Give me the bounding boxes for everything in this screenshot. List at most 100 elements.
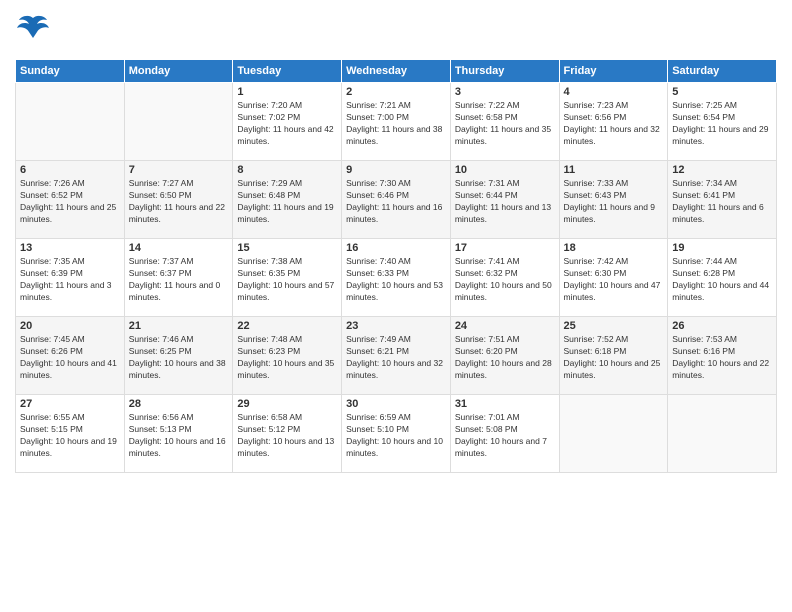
calendar-cell: 8 Sunrise: 7:29 AMSunset: 6:48 PMDaylight… bbox=[233, 161, 342, 239]
calendar-cell: 10 Sunrise: 7:31 AMSunset: 6:44 PMDayligh… bbox=[450, 161, 559, 239]
calendar-cell: 30 Sunrise: 6:59 AMSunset: 5:10 PMDayligh… bbox=[342, 395, 451, 473]
calendar-cell: 6 Sunrise: 7:26 AMSunset: 6:52 PMDaylight… bbox=[16, 161, 125, 239]
day-info: Sunrise: 7:46 AMSunset: 6:25 PMDaylight:… bbox=[129, 334, 229, 382]
weekday-header-wednesday: Wednesday bbox=[342, 60, 451, 83]
day-number: 13 bbox=[20, 242, 120, 254]
calendar-table: SundayMondayTuesdayWednesdayThursdayFrid… bbox=[15, 59, 777, 473]
day-info: Sunrise: 7:34 AMSunset: 6:41 PMDaylight:… bbox=[672, 178, 772, 226]
day-number: 2 bbox=[346, 86, 446, 98]
day-number: 29 bbox=[237, 398, 337, 410]
day-number: 23 bbox=[346, 320, 446, 332]
calendar-cell: 13 Sunrise: 7:35 AMSunset: 6:39 PMDayligh… bbox=[16, 239, 125, 317]
day-number: 6 bbox=[20, 164, 120, 176]
day-number: 9 bbox=[346, 164, 446, 176]
logo bbox=[15, 10, 55, 51]
calendar-cell: 29 Sunrise: 6:58 AMSunset: 5:12 PMDayligh… bbox=[233, 395, 342, 473]
calendar-cell: 2 Sunrise: 7:21 AMSunset: 7:00 PMDaylight… bbox=[342, 83, 451, 161]
day-info: Sunrise: 7:30 AMSunset: 6:46 PMDaylight:… bbox=[346, 178, 446, 226]
calendar-cell bbox=[668, 395, 777, 473]
calendar-cell bbox=[16, 83, 125, 161]
day-number: 24 bbox=[455, 320, 555, 332]
day-info: Sunrise: 7:52 AMSunset: 6:18 PMDaylight:… bbox=[564, 334, 664, 382]
logo-bird-icon bbox=[15, 10, 51, 51]
day-info: Sunrise: 7:38 AMSunset: 6:35 PMDaylight:… bbox=[237, 256, 337, 304]
day-number: 4 bbox=[564, 86, 664, 98]
day-number: 15 bbox=[237, 242, 337, 254]
day-info: Sunrise: 7:44 AMSunset: 6:28 PMDaylight:… bbox=[672, 256, 772, 304]
weekday-header-sunday: Sunday bbox=[16, 60, 125, 83]
day-number: 17 bbox=[455, 242, 555, 254]
day-number: 28 bbox=[129, 398, 229, 410]
calendar-cell: 18Sunrise: 7:42 AMSunset: 6:30 PMDayligh… bbox=[559, 239, 668, 317]
day-number: 16 bbox=[346, 242, 446, 254]
day-info: Sunrise: 7:37 AMSunset: 6:37 PMDaylight:… bbox=[129, 256, 229, 304]
day-info: Sunrise: 6:56 AMSunset: 5:13 PMDaylight:… bbox=[129, 412, 229, 460]
calendar-cell: 25Sunrise: 7:52 AMSunset: 6:18 PMDayligh… bbox=[559, 317, 668, 395]
day-info: Sunrise: 7:26 AMSunset: 6:52 PMDaylight:… bbox=[20, 178, 120, 226]
calendar-cell: 16 Sunrise: 7:40 AMSunset: 6:33 PMDayligh… bbox=[342, 239, 451, 317]
weekday-header-saturday: Saturday bbox=[668, 60, 777, 83]
day-number: 30 bbox=[346, 398, 446, 410]
day-info: Sunrise: 7:21 AMSunset: 7:00 PMDaylight:… bbox=[346, 100, 446, 148]
day-number: 18 bbox=[564, 242, 664, 254]
day-number: 27 bbox=[20, 398, 120, 410]
calendar-cell: 4 Sunrise: 7:23 AMSunset: 6:56 PMDaylight… bbox=[559, 83, 668, 161]
day-number: 22 bbox=[237, 320, 337, 332]
day-number: 19 bbox=[672, 242, 772, 254]
day-number: 14 bbox=[129, 242, 229, 254]
weekday-header-tuesday: Tuesday bbox=[233, 60, 342, 83]
day-number: 8 bbox=[237, 164, 337, 176]
calendar-cell: 31 Sunrise: 7:01 AMSunset: 5:08 PMDayligh… bbox=[450, 395, 559, 473]
day-number: 7 bbox=[129, 164, 229, 176]
day-number: 12 bbox=[672, 164, 772, 176]
calendar-cell: 15 Sunrise: 7:38 AMSunset: 6:35 PMDayligh… bbox=[233, 239, 342, 317]
day-info: Sunrise: 7:35 AMSunset: 6:39 PMDaylight:… bbox=[20, 256, 120, 304]
day-info: Sunrise: 6:59 AMSunset: 5:10 PMDaylight:… bbox=[346, 412, 446, 460]
calendar-cell: 14 Sunrise: 7:37 AMSunset: 6:37 PMDayligh… bbox=[124, 239, 233, 317]
calendar-cell: 24Sunrise: 7:51 AMSunset: 6:20 PMDayligh… bbox=[450, 317, 559, 395]
day-info: Sunrise: 7:31 AMSunset: 6:44 PMDaylight:… bbox=[455, 178, 555, 226]
calendar-cell: 11 Sunrise: 7:33 AMSunset: 6:43 PMDayligh… bbox=[559, 161, 668, 239]
calendar-cell: 23 Sunrise: 7:49 AMSunset: 6:21 PMDayligh… bbox=[342, 317, 451, 395]
calendar-cell: 22 Sunrise: 7:48 AMSunset: 6:23 PMDayligh… bbox=[233, 317, 342, 395]
calendar-cell: 3 Sunrise: 7:22 AMSunset: 6:58 PMDaylight… bbox=[450, 83, 559, 161]
day-info: Sunrise: 7:20 AMSunset: 7:02 PMDaylight:… bbox=[237, 100, 337, 148]
calendar-cell: 28 Sunrise: 6:56 AMSunset: 5:13 PMDayligh… bbox=[124, 395, 233, 473]
day-number: 21 bbox=[129, 320, 229, 332]
day-info: Sunrise: 7:01 AMSunset: 5:08 PMDaylight:… bbox=[455, 412, 555, 460]
day-info: Sunrise: 7:41 AMSunset: 6:32 PMDaylight:… bbox=[455, 256, 555, 304]
calendar-cell: 20 Sunrise: 7:45 AMSunset: 6:26 PMDayligh… bbox=[16, 317, 125, 395]
day-info: Sunrise: 7:27 AMSunset: 6:50 PMDaylight:… bbox=[129, 178, 229, 226]
day-info: Sunrise: 6:58 AMSunset: 5:12 PMDaylight:… bbox=[237, 412, 337, 460]
day-info: Sunrise: 7:33 AMSunset: 6:43 PMDaylight:… bbox=[564, 178, 664, 226]
weekday-header-friday: Friday bbox=[559, 60, 668, 83]
weekday-header-monday: Monday bbox=[124, 60, 233, 83]
day-info: Sunrise: 7:48 AMSunset: 6:23 PMDaylight:… bbox=[237, 334, 337, 382]
calendar-cell: 21 Sunrise: 7:46 AMSunset: 6:25 PMDayligh… bbox=[124, 317, 233, 395]
day-number: 3 bbox=[455, 86, 555, 98]
day-info: Sunrise: 7:40 AMSunset: 6:33 PMDaylight:… bbox=[346, 256, 446, 304]
calendar-cell: 27Sunrise: 6:55 AMSunset: 5:15 PMDayligh… bbox=[16, 395, 125, 473]
day-number: 31 bbox=[455, 398, 555, 410]
calendar-cell: 1 Sunrise: 7:20 AMSunset: 7:02 PMDaylight… bbox=[233, 83, 342, 161]
calendar-cell bbox=[124, 83, 233, 161]
day-info: Sunrise: 7:49 AMSunset: 6:21 PMDaylight:… bbox=[346, 334, 446, 382]
day-info: Sunrise: 7:23 AMSunset: 6:56 PMDaylight:… bbox=[564, 100, 664, 148]
day-info: Sunrise: 7:29 AMSunset: 6:48 PMDaylight:… bbox=[237, 178, 337, 226]
day-number: 11 bbox=[564, 164, 664, 176]
day-number: 1 bbox=[237, 86, 337, 98]
day-info: Sunrise: 7:45 AMSunset: 6:26 PMDaylight:… bbox=[20, 334, 120, 382]
calendar-cell bbox=[559, 395, 668, 473]
calendar-cell: 9 Sunrise: 7:30 AMSunset: 6:46 PMDaylight… bbox=[342, 161, 451, 239]
day-info: Sunrise: 7:22 AMSunset: 6:58 PMDaylight:… bbox=[455, 100, 555, 148]
calendar-cell: 26Sunrise: 7:53 AMSunset: 6:16 PMDayligh… bbox=[668, 317, 777, 395]
weekday-header-thursday: Thursday bbox=[450, 60, 559, 83]
calendar-cell: 19 Sunrise: 7:44 AMSunset: 6:28 PMDayligh… bbox=[668, 239, 777, 317]
day-number: 20 bbox=[20, 320, 120, 332]
calendar-cell: 12 Sunrise: 7:34 AMSunset: 6:41 PMDayligh… bbox=[668, 161, 777, 239]
calendar-cell: 7 Sunrise: 7:27 AMSunset: 6:50 PMDaylight… bbox=[124, 161, 233, 239]
day-number: 10 bbox=[455, 164, 555, 176]
day-number: 5 bbox=[672, 86, 772, 98]
day-info: Sunrise: 7:25 AMSunset: 6:54 PMDaylight:… bbox=[672, 100, 772, 148]
calendar-cell: 5 Sunrise: 7:25 AMSunset: 6:54 PMDaylight… bbox=[668, 83, 777, 161]
